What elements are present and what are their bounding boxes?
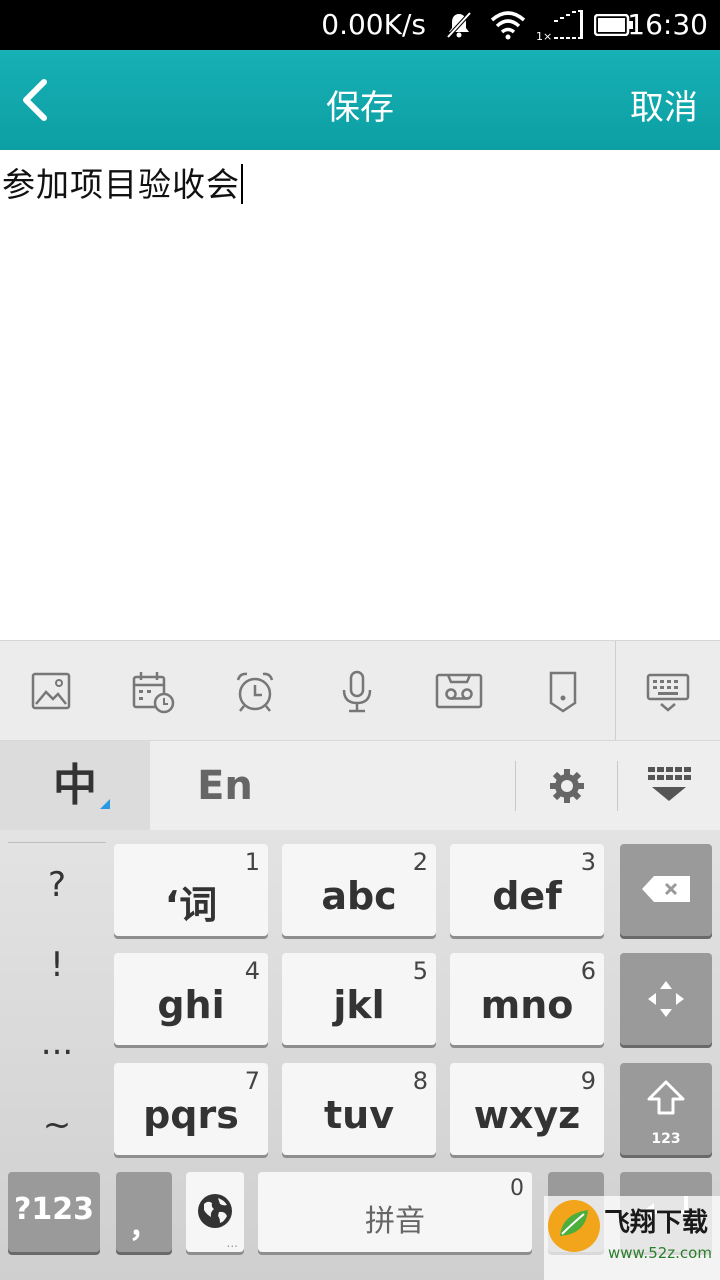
symbol-ellipsis[interactable]: ... — [8, 1023, 106, 1063]
key-label: wxyz — [473, 1093, 581, 1137]
note-text: 参加项目验收会 — [2, 165, 240, 204]
cassette-icon[interactable] — [434, 667, 484, 717]
ime-mode-bar: 中 En — [0, 740, 720, 831]
network-tag: 1× — [536, 30, 552, 42]
toolbar-divider — [615, 641, 616, 741]
alarm-clock-icon[interactable] — [230, 667, 280, 717]
note-text-field[interactable]: 参加项目验收会 — [2, 158, 243, 206]
key-label: jkl — [333, 983, 385, 1027]
selected-corner-icon — [100, 799, 110, 809]
language-switch-button[interactable]: ... — [186, 1172, 244, 1252]
watermark-url: www.52z.com — [608, 1244, 712, 1262]
symbol-exclamation[interactable]: ! — [8, 945, 106, 985]
key-label: 拼音 — [365, 1204, 425, 1239]
cursor-move-button[interactable] — [620, 953, 712, 1045]
network-speed: 0.00K/s — [321, 8, 426, 41]
key-label: ?123 — [13, 1192, 95, 1227]
key-7[interactable]: pqrs 7 — [114, 1063, 268, 1155]
key-label: ... — [226, 1236, 238, 1250]
editor-toolbar — [0, 640, 720, 741]
note-editor[interactable]: 参加项目验收会 — [0, 150, 720, 640]
key-label: mno — [480, 983, 574, 1027]
shift-sublabel: 123 — [651, 1131, 681, 1147]
numeric-mode-button[interactable]: ?123 — [8, 1172, 100, 1252]
comma-key[interactable]: ， — [116, 1172, 172, 1252]
shift-button[interactable]: 123 — [620, 1063, 712, 1155]
symbol-column: ? ! ... ~ — [8, 842, 106, 1173]
key-number: 4 — [244, 957, 260, 985]
gear-icon[interactable] — [548, 767, 586, 805]
tab-english[interactable]: En — [150, 741, 300, 831]
key-1[interactable]: ‘词 1 — [114, 844, 268, 936]
key-number: 7 — [244, 1067, 260, 1095]
key-5[interactable]: jkl 5 — [282, 953, 436, 1045]
key-number: 6 — [580, 957, 596, 985]
key-3[interactable]: def 3 — [450, 844, 604, 936]
wifi-icon — [490, 11, 526, 40]
cancel-button[interactable]: 取消 — [630, 80, 698, 129]
tag-icon[interactable] — [538, 667, 588, 717]
symbol-question[interactable]: ? — [8, 865, 106, 905]
key-8[interactable]: tuv 8 — [282, 1063, 436, 1155]
backspace-icon — [642, 876, 690, 902]
key-number: 0 — [510, 1176, 524, 1201]
ime-divider — [515, 761, 516, 811]
key-number: 5 — [412, 957, 428, 985]
status-bar: 0.00K/s 1× 16:30 — [0, 0, 720, 50]
key-9[interactable]: wxyz 9 — [450, 1063, 604, 1155]
backspace-button[interactable] — [620, 844, 712, 936]
hide-keyboard-icon[interactable] — [646, 765, 692, 805]
key-label: tuv — [324, 1093, 394, 1137]
text-caret — [241, 164, 243, 204]
key-label: pqrs — [143, 1093, 239, 1137]
key-6[interactable]: mno 6 — [450, 953, 604, 1045]
symbol-tilde[interactable]: ~ — [8, 1105, 106, 1145]
key-number: 1 — [244, 848, 260, 876]
keyboard-icon[interactable] — [643, 667, 693, 717]
signal-icon: 1× — [536, 10, 583, 42]
key-label: ， — [129, 1210, 159, 1245]
save-button[interactable]: 保存 — [0, 80, 720, 129]
key-number: 3 — [580, 848, 596, 876]
space-key[interactable]: 拼音 0 — [258, 1172, 532, 1252]
key-number: 9 — [580, 1067, 596, 1095]
tab-chinese[interactable]: 中 — [0, 741, 150, 831]
four-way-arrow-icon — [648, 981, 684, 1017]
globe-icon — [198, 1194, 232, 1228]
ime-divider — [617, 761, 618, 811]
image-icon[interactable] — [26, 667, 76, 717]
key-2[interactable]: abc 2 — [282, 844, 436, 936]
tab-chinese-label: 中 — [53, 760, 97, 811]
key-label: ‘词 — [164, 883, 218, 927]
microphone-icon[interactable] — [332, 667, 382, 717]
key-4[interactable]: ghi 4 — [114, 953, 268, 1045]
site-watermark: 飞翔下载 www.52z.com — [544, 1196, 720, 1280]
clock: 16:30 — [627, 8, 708, 41]
key-label: abc — [321, 874, 397, 918]
key-label: def — [492, 874, 562, 918]
key-label: ghi — [157, 983, 225, 1027]
leaf-logo-icon — [548, 1200, 600, 1252]
calendar-icon[interactable] — [128, 667, 178, 717]
title-bar: 保存 取消 — [0, 50, 720, 150]
key-number: 2 — [412, 848, 428, 876]
notifications-muted-icon — [446, 11, 472, 39]
shift-arrow-icon — [647, 1080, 685, 1115]
watermark-name: 飞翔下载 — [604, 1208, 709, 1238]
key-number: 8 — [412, 1067, 428, 1095]
